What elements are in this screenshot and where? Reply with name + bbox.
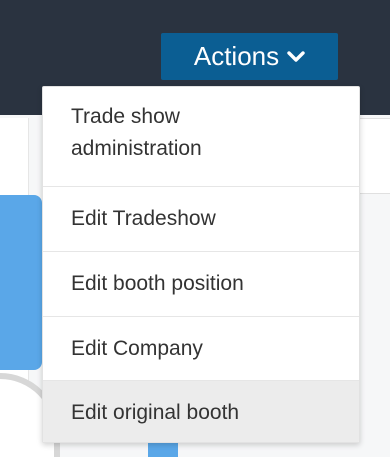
menu-item-label: Trade show administration — [71, 105, 202, 160]
menu-item-edit-tradeshow[interactable]: Edit Tradeshow — [43, 187, 359, 252]
menu-item-edit-original-booth[interactable]: Edit original booth — [43, 381, 359, 442]
menu-item-trade-show-administration[interactable]: Trade show administration — [43, 87, 359, 187]
menu-item-label: Edit Company — [71, 336, 203, 360]
menu-item-edit-company[interactable]: Edit Company — [43, 317, 359, 381]
menu-item-label: Edit Tradeshow — [71, 207, 216, 230]
background-blue-shape — [0, 195, 42, 370]
actions-dropdown-menu: Trade show administration Edit Tradeshow… — [42, 86, 360, 443]
menu-item-edit-booth-position[interactable]: Edit booth position — [43, 252, 359, 317]
chevron-down-icon — [287, 50, 305, 62]
menu-item-label: Edit original booth — [71, 400, 240, 424]
actions-dropdown-button[interactable]: Actions — [161, 33, 338, 80]
actions-button-label: Actions — [193, 41, 280, 71]
background-card — [357, 118, 390, 194]
menu-item-label: Edit booth position — [71, 272, 244, 295]
